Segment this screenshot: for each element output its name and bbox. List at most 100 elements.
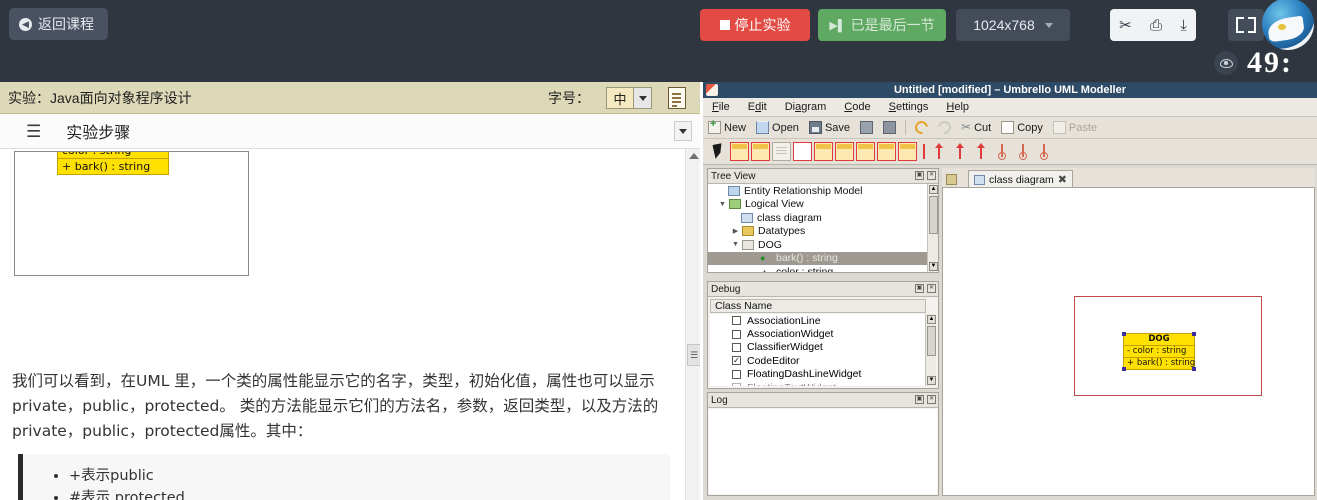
undock-icon[interactable]: ▣	[915, 395, 924, 404]
back-arrow-icon: ◀	[19, 17, 32, 31]
checkbox[interactable]	[732, 383, 741, 386]
checkbox[interactable]	[732, 329, 741, 339]
checkbox[interactable]	[732, 342, 741, 352]
copy-button[interactable]: Copy	[996, 121, 1048, 134]
menu-help[interactable]: Help	[937, 101, 978, 113]
table-row[interactable]: ClassifierWidget	[710, 341, 926, 354]
close-icon[interactable]: ✖	[1058, 173, 1067, 186]
scroll-up-arrow[interactable]	[689, 153, 699, 159]
download-icon[interactable]: ⤓	[1180, 18, 1187, 33]
dependency-tool-icon[interactable]	[972, 142, 991, 161]
scroll-up-arrow[interactable]: ▲	[927, 315, 936, 324]
top-toolbar: ◀ 返回课程 帮助？ 停止实验 ▶▌ 已是最后一节 1024x768 ✂ ⎙ ⤓	[0, 0, 1317, 82]
table-row[interactable]: AssociationLine	[710, 314, 926, 327]
datatype-tool-icon[interactable]	[898, 142, 917, 161]
resolution-select[interactable]: 1024x768	[956, 9, 1070, 41]
collapse-toggle[interactable]	[674, 121, 692, 141]
menu-diagram[interactable]: Diagram	[776, 101, 836, 113]
expander-icon[interactable]: ▼	[716, 201, 729, 208]
back-to-course-button[interactable]: ◀ 返回课程	[9, 8, 108, 40]
table-row[interactable]: FloatingTextWidget	[710, 381, 926, 386]
anchor-tool-icon[interactable]	[751, 142, 770, 161]
table-row[interactable]: FloatingDashLineWidget	[710, 368, 926, 381]
class-tool-icon[interactable]	[814, 142, 833, 161]
tree-view-scrollbar[interactable]: ▲ ▼	[927, 184, 938, 272]
course-scrollbar[interactable]: ☰	[685, 149, 700, 500]
debug-scrollbar[interactable]: ▲ ▼	[925, 314, 936, 386]
close-icon[interactable]: ✕	[927, 395, 936, 404]
undock-icon[interactable]: ▣	[915, 284, 924, 293]
tree-item-dog[interactable]: ▼ DOG	[708, 238, 938, 252]
menu-code[interactable]: Code	[835, 101, 879, 113]
menu-edit[interactable]: Edit	[739, 101, 776, 113]
select-tool-icon[interactable]	[709, 142, 728, 161]
next-section-button[interactable]: ▶▌ 已是最后一节	[818, 9, 946, 41]
diagram-canvas[interactable]: DOG - color : string + bark() : string	[942, 187, 1315, 496]
scroll-thumb[interactable]	[929, 196, 938, 234]
composition-tool-icon[interactable]	[993, 142, 1012, 161]
steps-title: 实验步骤	[66, 125, 131, 142]
resize-handle[interactable]	[1192, 367, 1196, 371]
checkbox[interactable]	[732, 369, 741, 379]
undo-button[interactable]	[910, 118, 933, 137]
print-preview-button[interactable]	[878, 121, 901, 134]
uml-preview-frame: color : string + bark() : string	[14, 151, 249, 276]
enum-tool-icon[interactable]	[877, 142, 896, 161]
note-xyz-tool-icon[interactable]	[730, 142, 749, 161]
class-name-label: CodeEditor	[747, 354, 800, 367]
tree-item-entity-relationship-model[interactable]: Entity Relationship Model	[708, 184, 938, 198]
checkbox[interactable]	[732, 316, 741, 326]
scroll-down-arrow[interactable]: ▼	[929, 262, 938, 271]
box-tool-icon[interactable]	[793, 142, 812, 161]
scroll-up-arrow[interactable]: ▲	[929, 185, 938, 194]
document-icon[interactable]	[668, 87, 686, 109]
tree-item-datatypes[interactable]: ▶ Datatypes	[708, 225, 938, 239]
generalization-tool-icon[interactable]	[930, 142, 949, 161]
resize-handle[interactable]	[1192, 332, 1196, 336]
save-button[interactable]: Save	[804, 121, 855, 134]
uml-class-widget-dog[interactable]: DOG - color : string + bark() : string	[1122, 332, 1196, 371]
close-icon[interactable]: ✕	[927, 284, 936, 293]
tab-class-diagram[interactable]: class diagram ✖	[968, 170, 1073, 188]
resize-handle[interactable]	[1122, 332, 1126, 336]
close-icon[interactable]: ✕	[927, 171, 936, 180]
fullscreen-button[interactable]	[1228, 9, 1264, 41]
scroll-down-arrow[interactable]: ▼	[927, 376, 936, 385]
containment-tool-icon[interactable]	[1035, 142, 1054, 161]
screen-share-icon[interactable]: ⎙	[1150, 18, 1162, 33]
scissors-icon[interactable]: ✂	[1119, 18, 1132, 33]
paste-icon	[1052, 121, 1066, 134]
aggregation-tool-icon[interactable]	[1014, 142, 1033, 161]
font-size-select[interactable]: 中	[606, 87, 652, 109]
diagram-area: class diagram ✖ DOG - color : string + b…	[942, 168, 1315, 496]
expander-icon[interactable]: ▶	[729, 227, 742, 235]
tree-item-bark-operation[interactable]: ● bark() : string	[708, 251, 938, 265]
open-button[interactable]: Open	[751, 121, 804, 134]
realization-tool-icon[interactable]	[951, 142, 970, 161]
interface-tool-icon[interactable]	[835, 142, 854, 161]
expander-icon[interactable]: ▼	[729, 241, 742, 248]
tree-item-color-attribute[interactable]: ▲ color : string	[708, 265, 938, 272]
print-button[interactable]	[855, 121, 878, 134]
class-name-column-header[interactable]: Class Name	[710, 299, 926, 313]
menu-settings[interactable]: Settings	[880, 101, 938, 113]
menu-file[interactable]: FFileile	[703, 101, 739, 113]
scroll-thumb[interactable]: ☰	[687, 344, 700, 366]
tree-item-logical-view[interactable]: ▼ Logical View	[708, 198, 938, 212]
table-row[interactable]: AssociationWidget	[710, 327, 926, 340]
note-tool-icon[interactable]	[772, 142, 791, 161]
eye-icon[interactable]	[1214, 51, 1238, 75]
chevron-down-icon[interactable]	[633, 88, 651, 108]
package-tool-icon[interactable]	[856, 142, 875, 161]
table-row[interactable]: ✓ CodeEditor	[710, 354, 926, 367]
tab-list-icon[interactable]	[944, 172, 966, 188]
resize-handle[interactable]	[1122, 367, 1126, 371]
new-button[interactable]: New	[703, 118, 751, 134]
cut-button[interactable]: ✂ Cut	[956, 121, 996, 134]
association-tool-icon[interactable]	[919, 142, 928, 161]
scroll-thumb[interactable]	[927, 326, 936, 356]
stop-experiment-button[interactable]: 停止实验	[700, 9, 810, 41]
tree-item-class-diagram[interactable]: class diagram	[708, 211, 938, 225]
checkbox-checked[interactable]: ✓	[732, 356, 741, 366]
undock-icon[interactable]: ▣	[915, 171, 924, 180]
